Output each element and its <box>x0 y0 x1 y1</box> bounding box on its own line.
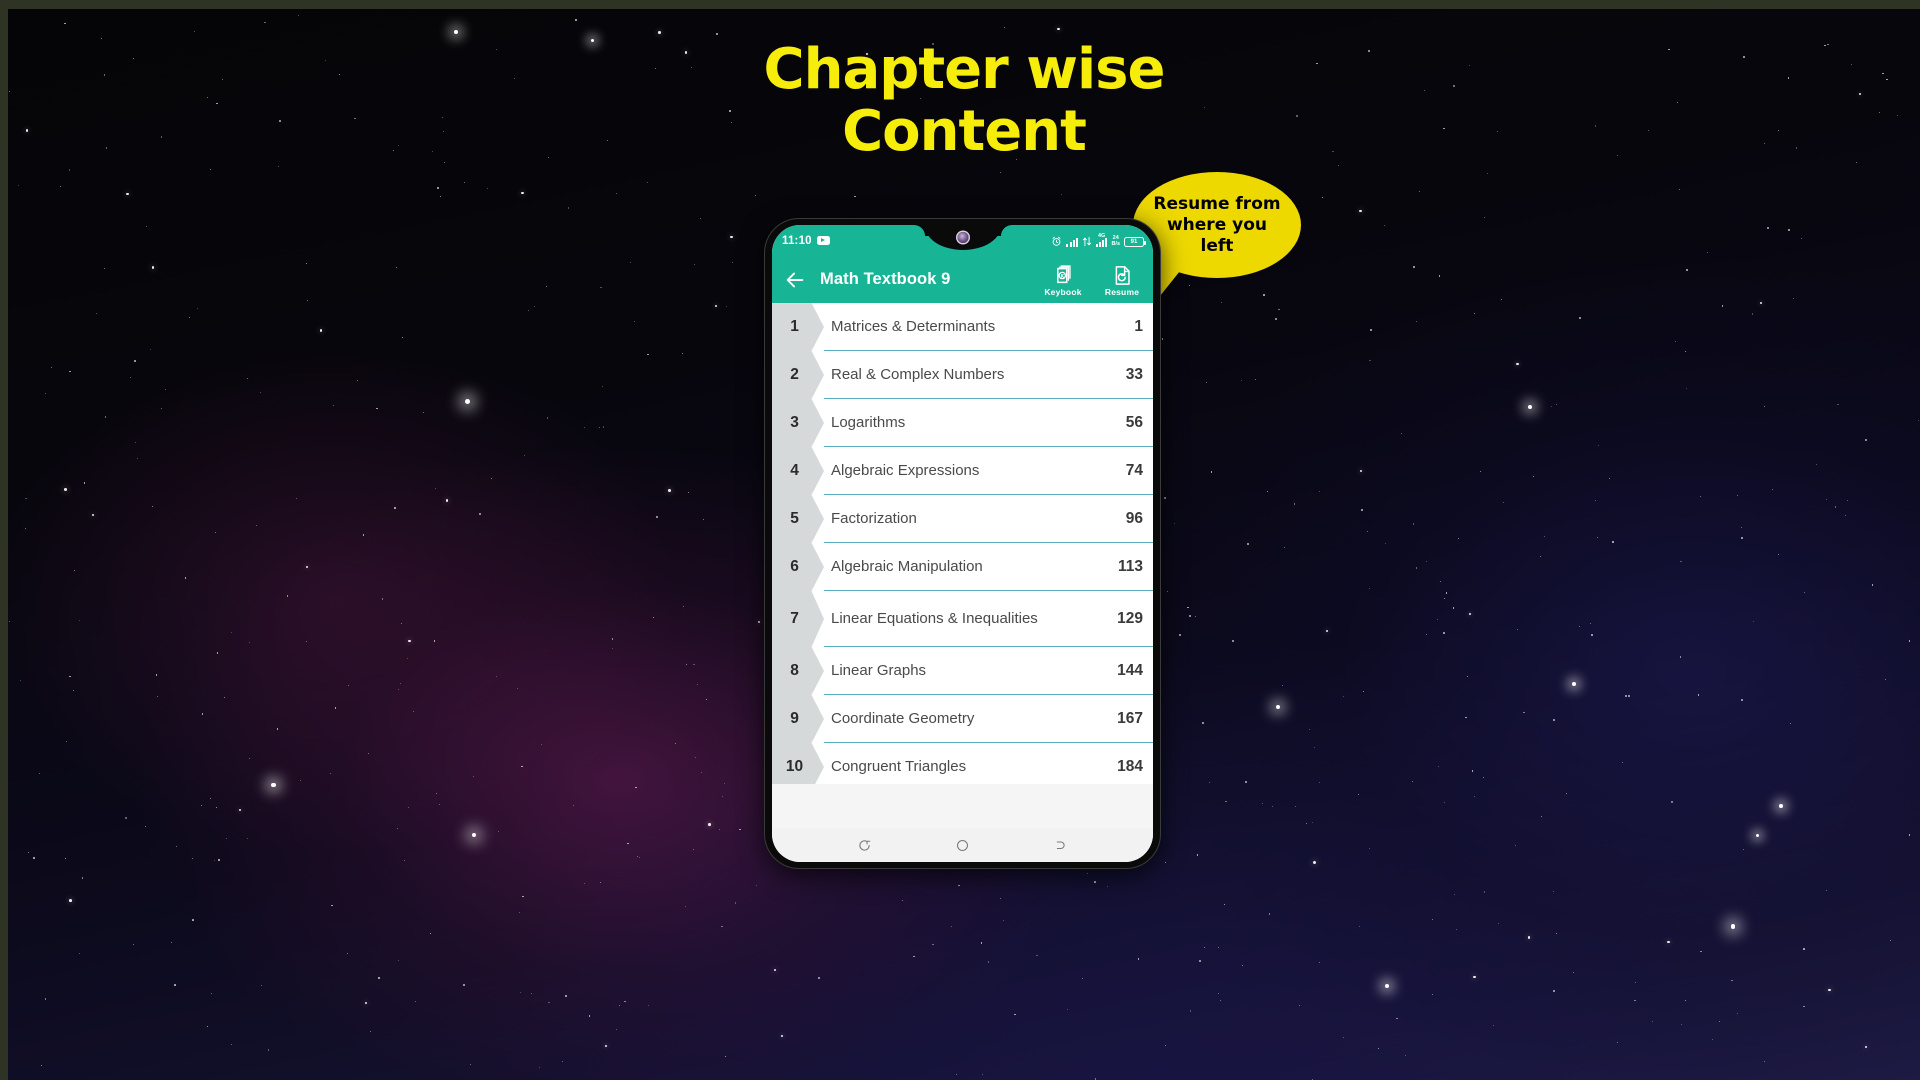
status-icons: 4G 24 B/s 91 <box>1051 225 1146 256</box>
chapter-title: Logarithms <box>831 413 906 431</box>
chapter-row-body: Algebraic Expressions 74 <box>824 447 1153 495</box>
chapter-title: Algebraic Expressions <box>831 461 980 479</box>
back-icon[interactable] <box>1053 838 1068 853</box>
chapter-title: Congruent Triangles <box>831 757 967 775</box>
chapter-row[interactable]: 9 Coordinate Geometry 167 <box>772 695 1153 743</box>
chapter-number-badge: 6 <box>772 543 824 591</box>
chapter-title: Linear Equations & Inequalities <box>831 609 1038 627</box>
front-camera-icon <box>957 232 968 243</box>
chapter-number-badge: 7 <box>772 591 824 647</box>
chapter-number: 1 <box>790 318 799 335</box>
app-bar-actions: K Keybook Resume <box>1040 263 1145 297</box>
chapter-number-badge: 4 <box>772 447 824 495</box>
data-rate-indicator: 24 B/s <box>1111 235 1120 247</box>
chapter-page-number: 113 <box>1117 557 1143 575</box>
chapter-number: 9 <box>790 710 799 727</box>
chapter-row-body: Real & Complex Numbers 33 <box>824 351 1153 399</box>
keybook-label: Keybook <box>1044 286 1082 297</box>
promo-screenshot: Chapter wise Content Resume from where y… <box>0 0 1920 1080</box>
chapter-title: Coordinate Geometry <box>831 709 975 727</box>
chapter-page-number: 33 <box>1125 365 1143 383</box>
chapter-page-number: 74 <box>1125 461 1143 479</box>
keybook-button[interactable]: K Keybook <box>1040 264 1086 297</box>
chapter-row[interactable]: 7 Linear Equations & Inequalities 129 <box>772 591 1153 647</box>
callout-text: Resume from where you left <box>1153 193 1281 256</box>
data-transfer-icon <box>1082 236 1091 247</box>
phone-mockup: 11:10 4G 24 B/s 91 Math Textbook 9 K Key… <box>765 219 1160 868</box>
recents-icon[interactable] <box>857 838 872 853</box>
chapter-title: Algebraic Manipulation <box>831 557 983 575</box>
chapter-row[interactable]: 8 Linear Graphs 144 <box>772 647 1153 695</box>
chapter-number-badge: 9 <box>772 695 824 743</box>
chapter-number: 7 <box>790 610 799 627</box>
chapter-page-number: 167 <box>1117 709 1143 727</box>
home-icon[interactable] <box>955 838 970 853</box>
chapter-number-badge: 2 <box>772 351 824 399</box>
chapter-row-body: Algebraic Manipulation 113 <box>824 543 1153 591</box>
chapter-title: Linear Graphs <box>831 661 927 679</box>
chapter-title: Matrices & Determinants <box>831 317 996 335</box>
chapter-number: 2 <box>790 366 799 383</box>
chapter-page-number: 129 <box>1117 609 1143 627</box>
mobile-data-icon: 4G <box>1095 233 1108 247</box>
chapter-number: 10 <box>785 758 804 775</box>
status-time: 11:10 <box>782 234 812 247</box>
chapter-row[interactable]: 6 Algebraic Manipulation 113 <box>772 543 1153 591</box>
chapter-row-body: Logarithms 56 <box>824 399 1153 447</box>
chapter-row[interactable]: 4 Algebraic Expressions 74 <box>772 447 1153 495</box>
chapter-number: 8 <box>790 662 799 679</box>
chapter-row[interactable]: 3 Logarithms 56 <box>772 399 1153 447</box>
status-bar: 11:10 4G 24 B/s 91 <box>772 225 1153 256</box>
chapter-row[interactable]: 2 Real & Complex Numbers 33 <box>772 351 1153 399</box>
chapter-page-number: 56 <box>1125 413 1143 431</box>
chapter-row[interactable]: 5 Factorization 96 <box>772 495 1153 543</box>
chapter-number: 3 <box>790 414 799 431</box>
chapter-row[interactable]: 1 Matrices & Determinants 1 <box>772 303 1153 351</box>
chapter-number: 5 <box>790 510 799 527</box>
chapter-list[interactable]: 1 Matrices & Determinants 1 2 Real & Complex… <box>772 303 1153 828</box>
signal-bars-icon <box>1066 238 1078 247</box>
resume-label: Resume <box>1104 286 1140 297</box>
keybook-icon: K <box>1056 264 1071 283</box>
chapter-number-badge: 8 <box>772 647 824 695</box>
youtube-icon <box>816 236 830 245</box>
list-empty-area <box>772 784 1153 828</box>
chapter-page-number: 184 <box>1117 757 1143 775</box>
chapter-page-number: 1 <box>1134 317 1143 335</box>
page-title: Chapter wise Content <box>763 37 1166 164</box>
chapter-row-body: Factorization 96 <box>824 495 1153 543</box>
android-nav-bar <box>772 828 1153 862</box>
chapter-title: Factorization <box>831 509 917 527</box>
back-arrow-icon[interactable] <box>784 269 806 291</box>
app-title: Math Textbook 9 <box>820 270 951 288</box>
chapter-number-badge: 3 <box>772 399 824 447</box>
chapter-title: Real & Complex Numbers <box>831 365 1005 383</box>
chapter-page-number: 144 <box>1117 661 1143 679</box>
chapter-page-number: 96 <box>1125 509 1143 527</box>
chapter-number: 6 <box>790 558 799 575</box>
alarm-clock-icon <box>1052 236 1061 246</box>
resume-icon <box>1115 265 1130 285</box>
chapter-number-badge: 1 <box>772 303 824 351</box>
chapter-row-body: Linear Equations & Inequalities 129 <box>824 591 1153 647</box>
chapter-number: 4 <box>790 462 799 479</box>
starfield-background: Chapter wise Content Resume from where y… <box>8 9 1920 1080</box>
data-rate-unit: B/s <box>1111 240 1120 247</box>
chapter-number-badge: 5 <box>772 495 824 543</box>
chapter-row-body: Coordinate Geometry 167 <box>824 695 1153 743</box>
app-bar: Math Textbook 9 K Keybook Resume <box>772 256 1153 303</box>
chapter-row-body: Matrices & Determinants 1 <box>824 303 1153 351</box>
phone-screen: 11:10 4G 24 B/s 91 Math Textbook 9 K Key… <box>772 225 1153 862</box>
chapter-row-body: Linear Graphs 144 <box>824 647 1153 695</box>
